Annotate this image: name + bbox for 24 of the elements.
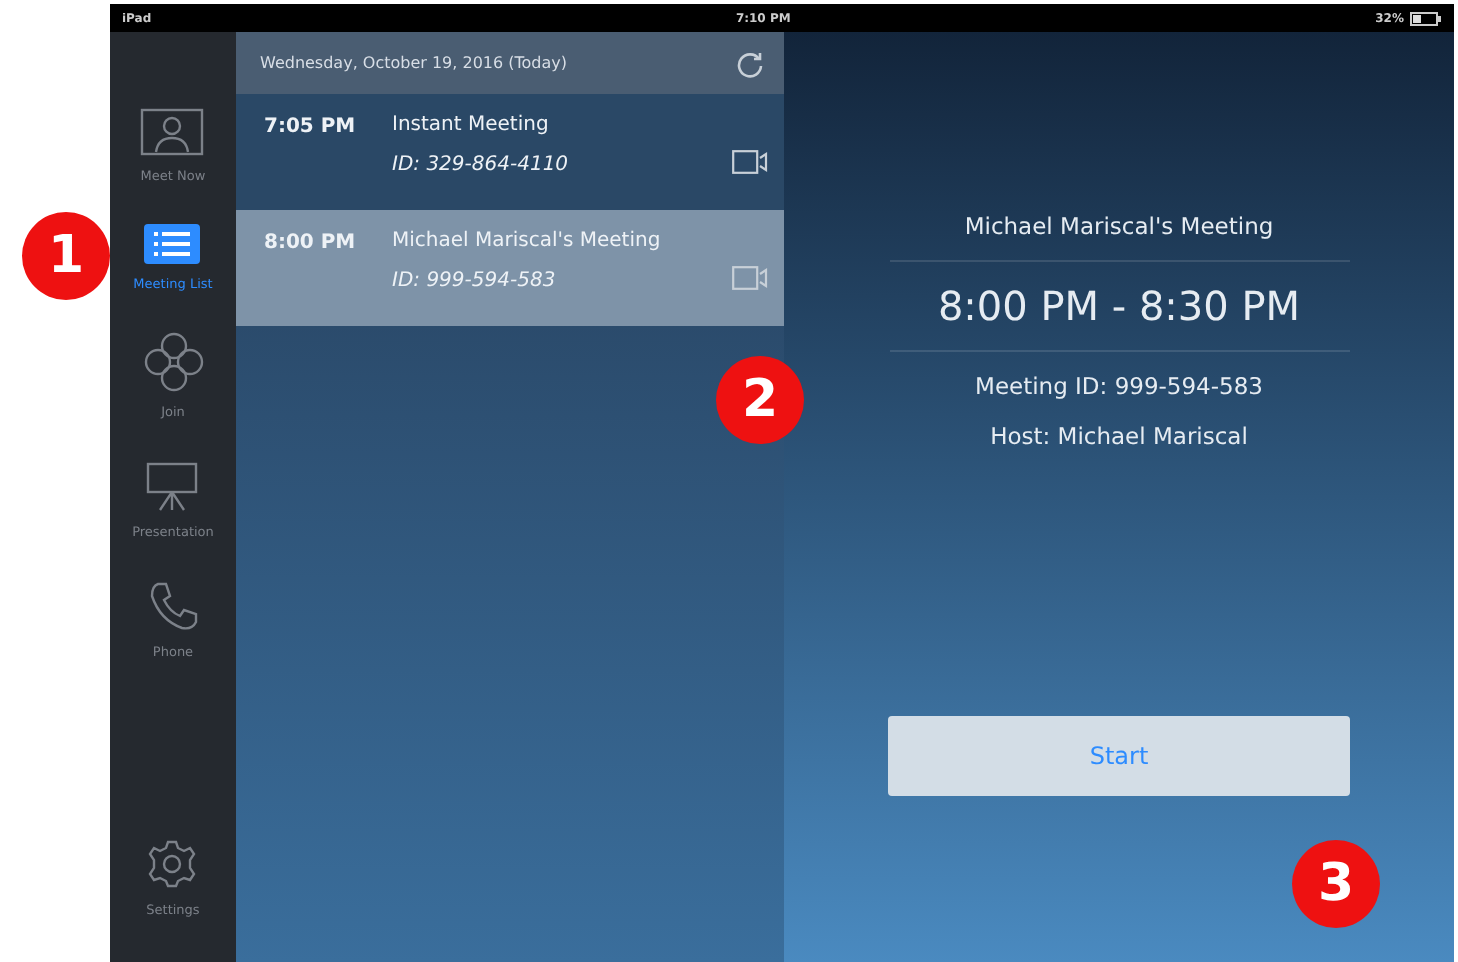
- date-label: Wednesday, October 19, 2016 (Today): [260, 54, 568, 72]
- meeting-id: ID: 999-594-583: [392, 270, 558, 292]
- join-icon: [143, 332, 203, 392]
- meeting-title: Michael Mariscal's Meeting: [392, 230, 663, 252]
- detail-meeting-title: Michael Mariscal's Meeting: [964, 212, 1274, 240]
- detail-time-range: 8:00 PM - 8:30 PM: [937, 282, 1301, 330]
- settings-icon: [146, 838, 199, 890]
- meeting-row[interactable]: 7:05 PM Instant Meeting ID: 329-864-4110: [236, 94, 784, 210]
- refresh-icon[interactable]: [736, 49, 764, 77]
- battery-icon: [1410, 11, 1442, 25]
- detail-host: Host: Michael Mariscal: [990, 422, 1248, 450]
- meeting-time: 8:00 PM: [264, 230, 358, 254]
- phone-icon: [147, 580, 199, 632]
- list-icon: [144, 224, 201, 264]
- meeting-title: Instant Meeting: [392, 114, 551, 136]
- callout-marker: 1: [22, 212, 110, 300]
- person-icon: [140, 108, 205, 156]
- meeting-id: ID: 329-864-4110: [392, 154, 571, 176]
- presentation-icon: [144, 460, 201, 512]
- meeting-time: 7:05 PM: [264, 114, 358, 138]
- video-camera-icon[interactable]: [732, 150, 768, 174]
- meeting-row[interactable]: 8:00 PM Michael Mariscal's Meeting ID: 999-594-583: [236, 210, 784, 326]
- start-button[interactable]: Start: [888, 716, 1350, 796]
- detail-meeting-id: Meeting ID: 999-594-583: [975, 372, 1263, 400]
